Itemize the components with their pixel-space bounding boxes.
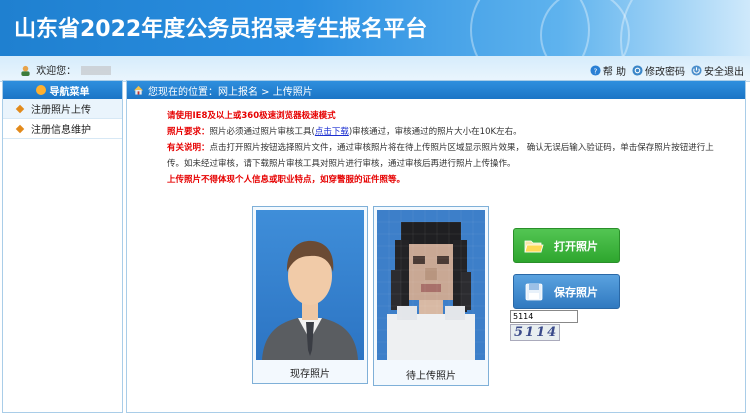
main-panel: 您现在的位置：网上报名 > 上传照片 请使用IE8及以上或360极速浏览器极速模… xyxy=(126,80,746,413)
open-photo-button[interactable]: 打开照片 xyxy=(513,228,620,263)
explain-text: 点击打开照片按钮选择照片文件，通过审核照片将在待上传照片区域显示照片效果， 确认… xyxy=(167,143,714,169)
breadcrumb: 您现在的位置：网上报名 > 上传照片 xyxy=(127,81,745,99)
help-link[interactable]: ? 帮 助 xyxy=(590,63,626,78)
explain-label: 有关说明： xyxy=(167,143,210,153)
help-icon: ? xyxy=(590,65,601,76)
warning: 上传照片不得体现个人信息或职业特点，如穿警服的证件照等。 xyxy=(167,172,727,188)
home-icon xyxy=(133,85,144,95)
current-photo-box: 现存照片 xyxy=(252,206,368,384)
photo-requirement: 照片要求：照片必须通过照片审核工具(点击下载)审核通过，审核通过的照片大小在10… xyxy=(167,124,727,140)
explanation: 有关说明：点击打开照片按钮选择照片文件，通过审核照片将在待上传照片区域显示照片效… xyxy=(167,140,727,172)
photo-req-label: 照片要求： xyxy=(167,127,210,137)
top-toolbar: 欢迎您： ? 帮 助 修改密码 安全退出 xyxy=(0,56,750,82)
current-photo-caption: 现存照片 xyxy=(290,369,330,380)
sidebar-item-photo-upload[interactable]: 注册照片上传 xyxy=(3,99,122,119)
page: 山东省2022年度公务员招录考生报名平台 欢迎您： ? 帮 助 修改密码 安全退… xyxy=(0,0,750,413)
photo-req-text: 照片必须通过照片审核工具( xyxy=(209,127,315,137)
svg-text:?: ? xyxy=(593,66,597,75)
bullet-icon xyxy=(15,124,25,133)
notice-block: 请使用IE8及以上或360极速浏览器极速模式 照片要求：照片必须通过照片审核工具… xyxy=(167,108,727,188)
warning-text: 上传照片不得体现个人信息或职业特点，如穿警服的证件照等。 xyxy=(167,175,406,185)
sidebar-item-label: 注册信息维护 xyxy=(31,125,91,136)
logout-label: 安全退出 xyxy=(704,67,744,78)
current-photo-placeholder xyxy=(256,210,364,360)
browser-tip: 请使用IE8及以上或360极速浏览器极速模式 xyxy=(167,108,727,124)
help-label: 帮 助 xyxy=(602,67,626,78)
logout-icon xyxy=(691,65,702,76)
sidebar: 导航菜单 注册照片上传 注册信息维护 xyxy=(2,80,123,413)
download-tool-link[interactable]: 点击下载 xyxy=(315,127,349,137)
captcha-image[interactable]: 5114 xyxy=(510,324,560,341)
upload-photo-preview xyxy=(377,210,485,360)
user-name-redacted xyxy=(81,66,112,75)
banner-decoration xyxy=(540,0,630,56)
site-title: 山东省2022年度公务员招录考生报名平台 xyxy=(14,17,428,42)
photo-req-text-2: )审核通过，审核通过的照片大小在10K左右。 xyxy=(348,127,522,137)
avatar-placeholder-icon xyxy=(256,210,364,360)
upload-photo-box: 待上传照片 xyxy=(373,206,489,386)
change-password-link[interactable]: 修改密码 xyxy=(632,63,685,78)
menu-toggle-icon[interactable] xyxy=(35,85,46,95)
sidebar-header: 导航菜单 xyxy=(3,81,122,99)
welcome-area: 欢迎您： xyxy=(20,62,112,77)
header-banner: 山东省2022年度公务员招录考生报名平台 xyxy=(0,0,750,56)
banner-decoration xyxy=(620,0,750,56)
welcome-label: 欢迎您： xyxy=(36,66,77,77)
captcha-input[interactable] xyxy=(510,310,578,323)
save-photo-label: 保存照片 xyxy=(554,285,598,299)
key-icon xyxy=(632,65,643,76)
breadcrumb-text: 您现在的位置：网上报名 > 上传照片 xyxy=(148,86,313,98)
logout-link[interactable]: 安全退出 xyxy=(691,63,744,78)
folder-open-icon xyxy=(524,240,544,252)
pixelated-portrait-image xyxy=(377,210,485,360)
upload-photo-caption: 待上传照片 xyxy=(406,371,456,382)
bullet-icon xyxy=(15,104,25,113)
save-icon xyxy=(525,283,543,300)
toolbar-links: ? 帮 助 修改密码 安全退出 xyxy=(590,63,744,78)
user-icon xyxy=(21,65,30,76)
sidebar-title: 导航菜单 xyxy=(49,86,90,98)
save-photo-button[interactable]: 保存照片 xyxy=(513,274,620,309)
open-photo-label: 打开照片 xyxy=(554,239,598,253)
browser-tip-text: 请使用IE8及以上或360极速浏览器极速模式 xyxy=(167,111,336,121)
change-password-label: 修改密码 xyxy=(645,67,685,78)
sidebar-item-info-maintain[interactable]: 注册信息维护 xyxy=(3,119,122,139)
sidebar-item-label: 注册照片上传 xyxy=(31,105,91,116)
